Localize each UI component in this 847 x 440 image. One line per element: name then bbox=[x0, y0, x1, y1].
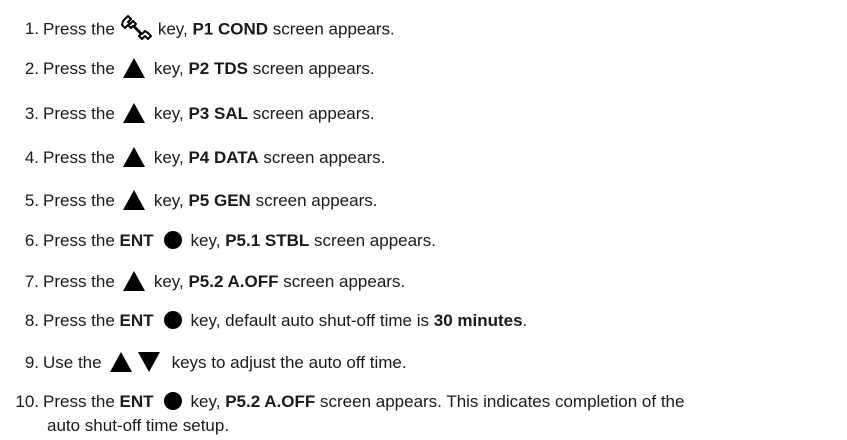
step-text: key, bbox=[190, 231, 221, 250]
step-1: 1. Press the key, P1 COND screen appears. bbox=[0, 15, 830, 44]
filled-circle-icon bbox=[163, 310, 182, 329]
step-text: key, bbox=[153, 104, 184, 123]
triangle-up-icon bbox=[122, 146, 145, 167]
step-text: screen appears. bbox=[252, 104, 375, 123]
step-text: screen appears. bbox=[314, 231, 436, 250]
step-text: Press the bbox=[43, 19, 115, 39]
triangle-up-icon bbox=[122, 270, 145, 291]
step-number: 7. bbox=[24, 272, 39, 291]
screen-name: P5 GEN bbox=[188, 191, 251, 210]
step-10: 10. Press the ENT key, P5.2 A.OFF screen a… bbox=[0, 391, 830, 412]
ent-key-label: ENT bbox=[119, 231, 154, 250]
step-5: 5. Press the key, P5 GEN screen appears. bbox=[0, 189, 830, 212]
ent-key-label: ENT bbox=[119, 392, 154, 411]
step-text: Press the bbox=[43, 148, 115, 167]
step-text: Press the bbox=[43, 191, 115, 210]
step-text: . bbox=[522, 311, 528, 330]
wrench-icon bbox=[120, 12, 154, 40]
step-8: 8. Press the ENT key, default auto shut-of… bbox=[0, 310, 830, 331]
step-number: 3. bbox=[24, 104, 39, 123]
step-number: 2. bbox=[24, 59, 39, 78]
filled-circle-icon bbox=[163, 391, 182, 410]
step-number: 9. bbox=[24, 353, 39, 372]
step-text: screen appears. bbox=[283, 272, 406, 291]
step-text: screen appears. bbox=[252, 59, 375, 78]
step-text: key, bbox=[153, 59, 184, 78]
screen-name: P1 COND bbox=[192, 19, 269, 39]
step-number: 6. bbox=[24, 231, 39, 250]
step-number: 1. bbox=[24, 19, 39, 39]
step-text: key, bbox=[153, 148, 184, 167]
step-text: Press the bbox=[43, 59, 115, 78]
step-text: screen appears. bbox=[272, 19, 395, 39]
step-4: 4. Press the key, P4 DATA screen appears. bbox=[0, 146, 830, 169]
step-text: screen appears. bbox=[263, 148, 386, 167]
step-text: screen appears. bbox=[255, 191, 378, 210]
step-text: Use the bbox=[43, 353, 102, 372]
screen-name: P2 TDS bbox=[188, 59, 248, 78]
screen-name: P5.2 A.OFF bbox=[225, 392, 316, 411]
triangle-up-icon bbox=[122, 57, 145, 78]
filled-circle-icon bbox=[163, 230, 182, 249]
triangle-down-icon bbox=[137, 351, 160, 372]
step-text: key, bbox=[153, 191, 184, 210]
instruction-list: 1. Press the key, P1 COND screen appears. … bbox=[0, 0, 847, 440]
step-number: 5. bbox=[24, 191, 39, 210]
step-text: screen appears. This indicates completio… bbox=[320, 392, 685, 411]
step-3: 3. Press the key, P3 SAL screen appears. bbox=[0, 102, 830, 125]
screen-name: P5.1 STBL bbox=[225, 231, 310, 250]
step-9: 9. Use the keys to adjust the auto off tim… bbox=[0, 351, 830, 374]
step-10-continuation: auto shut-off time setup. bbox=[47, 416, 230, 435]
step-text: key, default auto shut-off time is bbox=[190, 311, 429, 330]
default-time: 30 minutes bbox=[433, 311, 523, 330]
step-number: 10. bbox=[15, 392, 39, 411]
ent-key-label: ENT bbox=[119, 311, 154, 330]
screen-name: P5.2 A.OFF bbox=[188, 272, 279, 291]
triangle-up-icon bbox=[122, 102, 145, 123]
step-number: 8. bbox=[24, 311, 39, 330]
step-text: keys to adjust the auto off time. bbox=[171, 353, 407, 372]
step-text: key, bbox=[157, 19, 188, 39]
triangle-up-icon bbox=[122, 189, 145, 210]
step-text: Press the bbox=[43, 392, 115, 411]
screen-name: P3 SAL bbox=[188, 104, 248, 123]
step-text: Press the bbox=[43, 104, 115, 123]
step-text: Press the bbox=[43, 311, 115, 330]
step-text: Press the bbox=[43, 272, 115, 291]
step-text: key, bbox=[190, 392, 221, 411]
step-6: 6. Press the ENT key, P5.1 STBL screen app… bbox=[0, 230, 830, 251]
step-text: key, bbox=[153, 272, 184, 291]
step-2: 2. Press the key, P2 TDS screen appears. bbox=[0, 57, 830, 80]
screen-name: P4 DATA bbox=[188, 148, 259, 167]
step-7: 7. Press the key, P5.2 A.OFF screen appear… bbox=[0, 270, 830, 293]
triangle-up-icon bbox=[109, 351, 132, 372]
step-number: 4. bbox=[24, 148, 39, 167]
step-text: Press the bbox=[43, 231, 115, 250]
